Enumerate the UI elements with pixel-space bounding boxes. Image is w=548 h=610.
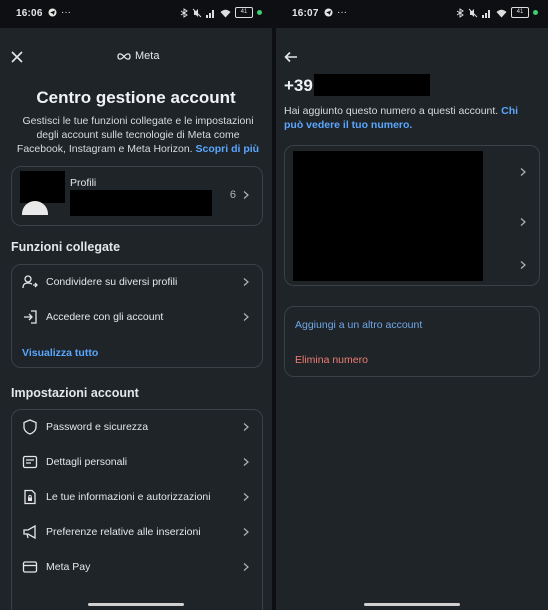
gesture-bar[interactable]: [88, 603, 184, 606]
battery-icon: 41: [511, 7, 529, 18]
settings-item-password[interactable]: Password e sicurezza: [12, 410, 262, 444]
chevron-right-icon: [243, 191, 249, 199]
telegram-icon: [48, 8, 57, 17]
meta-logo: Meta: [116, 50, 159, 62]
back-arrow-icon[interactable]: [284, 50, 298, 64]
signal-icon: [206, 9, 214, 18]
signal-icon: [482, 9, 490, 18]
privacy-indicator-dot: [533, 10, 538, 15]
profiles-count: 6: [229, 189, 236, 201]
learn-more-link[interactable]: Scopri di più: [196, 143, 260, 155]
wifi-icon: [220, 9, 231, 17]
shield-icon: [23, 419, 37, 435]
settings-item-meta-pay[interactable]: Meta Pay: [12, 550, 262, 584]
delete-number-button[interactable]: Elimina numero: [295, 354, 368, 366]
linked-features-card: Condividere su diversi profili Accedere …: [11, 264, 263, 368]
view-all-link[interactable]: Visualizza tutto: [22, 347, 98, 359]
linked-features-heading: Funzioni collegate: [11, 240, 121, 254]
settings-item-label: Meta Pay: [46, 561, 91, 573]
profiles-card[interactable]: Profili 6: [11, 166, 263, 226]
phone-number-redacted: [314, 74, 430, 96]
chevron-right-icon: [243, 493, 249, 501]
settings-item-label: Password e sicurezza: [46, 421, 149, 433]
credit-card-icon: [22, 561, 38, 573]
settings-item-info[interactable]: Le tue informazioni e autorizzazioni: [12, 480, 262, 514]
settings-item-label: Dettagli personali: [46, 456, 128, 468]
sheet-panel: +39 Hai aggiunto questo numero a questi …: [276, 28, 548, 610]
notification-icons: ···: [48, 7, 71, 18]
linked-item-label: Condividere su diversi profili: [46, 276, 178, 288]
status-time: 16:06: [16, 8, 43, 19]
number-description: Hai aggiunto questo numero a questi acco…: [284, 104, 538, 132]
login-arrow-icon: [24, 310, 37, 324]
settings-item-label: Preferenze relative alle inserzioni: [46, 526, 201, 538]
more-notifications-icon: ···: [337, 7, 347, 18]
settings-item-ads[interactable]: Preferenze relative alle inserzioni: [12, 515, 262, 549]
chevron-right-icon: [243, 278, 249, 286]
phone-prefix: +39: [284, 76, 313, 95]
accounts-redacted: [293, 151, 483, 281]
account-settings-heading: Impostazioni account: [11, 386, 139, 400]
status-time: 16:07: [292, 8, 319, 19]
settings-item-personal[interactable]: Dettagli personali: [12, 445, 262, 479]
number-actions-card: Aggiungi a un altro account Elimina nume…: [284, 306, 540, 377]
mute-icon: [192, 8, 202, 17]
id-card-icon: [22, 455, 38, 469]
linked-accounts-card: [284, 145, 540, 286]
chevron-right-icon: [243, 563, 249, 571]
gesture-bar[interactable]: [364, 603, 460, 606]
meta-infinity-icon: [117, 52, 131, 60]
status-bar: 16:06 ··· 41: [0, 0, 272, 28]
telegram-icon: [324, 8, 333, 17]
linked-item-label: Accedere con gli account: [46, 311, 164, 323]
mute-icon: [468, 8, 478, 17]
document-lock-icon: [24, 489, 36, 505]
system-icons: 41: [180, 7, 262, 18]
chevron-right-icon[interactable]: [519, 168, 527, 176]
chevron-right-icon: [243, 458, 249, 466]
notification-icons: ···: [324, 7, 347, 18]
chevron-right-icon[interactable]: [519, 218, 527, 226]
chevron-right-icon: [243, 423, 249, 431]
number-description-text: Hai aggiunto questo numero a questi acco…: [284, 105, 499, 117]
avatar-redacted: [20, 171, 65, 203]
more-notifications-icon: ···: [61, 7, 71, 18]
chevron-right-icon: [243, 313, 249, 321]
linked-item-share[interactable]: Condividere su diversi profili: [12, 265, 262, 299]
privacy-indicator-dot: [257, 10, 262, 15]
account-settings-card: Password e sicurezza Dettagli personali …: [11, 409, 263, 610]
settings-item-label: Le tue informazioni e autorizzazioni: [46, 491, 211, 503]
sheet-panel: Meta Centro gestione account Gestisci le…: [0, 28, 272, 610]
close-icon[interactable]: [10, 50, 24, 64]
profile-names-redacted: [70, 190, 212, 216]
wifi-icon: [496, 9, 507, 17]
megaphone-icon: [23, 524, 36, 540]
bluetooth-icon: [180, 7, 188, 18]
account-center-screen: 16:06 ··· 41 Meta Centro gestione accoun…: [0, 0, 272, 610]
phone-number-screen: 16:07 ··· 41 +39 Hai aggiunto questo num…: [276, 0, 548, 610]
avatar: [22, 201, 48, 215]
profiles-label: Profili: [70, 177, 97, 189]
linked-item-login[interactable]: Accedere con gli account: [12, 300, 262, 334]
chevron-right-icon[interactable]: [519, 261, 527, 269]
page-title: Centro gestione account: [36, 88, 236, 107]
battery-icon: 41: [235, 7, 253, 18]
bluetooth-icon: [456, 7, 464, 18]
chevron-right-icon: [243, 528, 249, 536]
page-description: Gestisci le tue funzioni collegate e le …: [14, 114, 262, 156]
status-bar: 16:07 ··· 41: [276, 0, 548, 28]
system-icons: 41: [456, 7, 538, 18]
add-to-account-button[interactable]: Aggiungi a un altro account: [295, 319, 422, 331]
meta-brand-text: Meta: [135, 50, 160, 62]
people-share-icon: [22, 275, 38, 289]
